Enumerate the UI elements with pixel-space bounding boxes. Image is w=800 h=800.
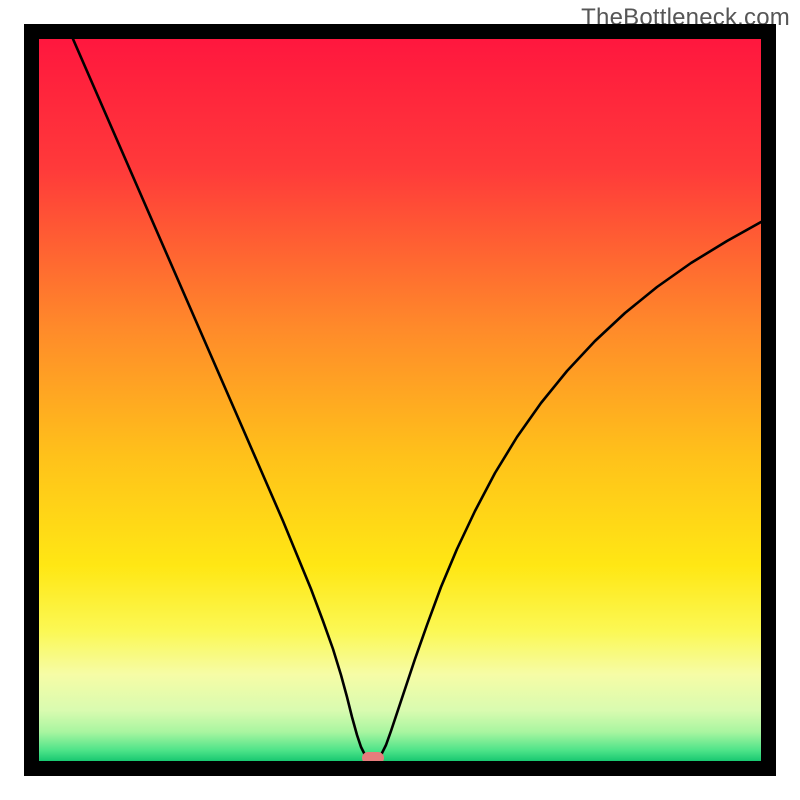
minimum-marker: [362, 752, 384, 761]
bottleneck-curve: [39, 39, 761, 761]
chart-container: TheBottleneck.com: [0, 0, 800, 800]
plot-area: [39, 39, 761, 761]
plot-frame: [24, 24, 776, 776]
